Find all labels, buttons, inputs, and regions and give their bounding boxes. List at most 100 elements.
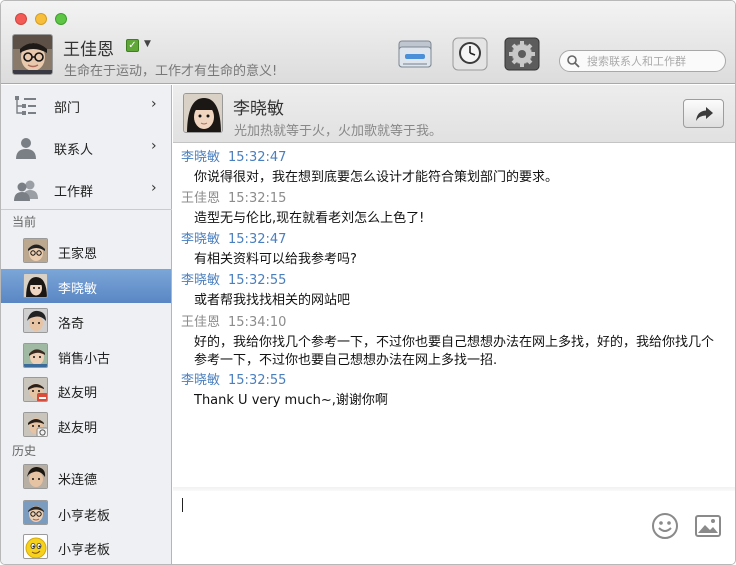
image-icon bbox=[695, 515, 721, 537]
send-image-button[interactable] bbox=[695, 515, 721, 541]
section-label-current: 当前 bbox=[12, 215, 37, 229]
close-window-button[interactable] bbox=[15, 13, 27, 25]
sidebar-item-work-groups[interactable]: 工作群 › bbox=[1, 169, 172, 211]
sidebar-item-departments[interactable]: 部门 › bbox=[1, 85, 172, 127]
message-text: 好的，我给你找几个参考一下，不过你也要自己想想办法在网上多找，好的，我给你找几个… bbox=[194, 335, 715, 368]
message-text: 你说得很对，我在想到底要怎么设计才能符合策划部门的要求。 bbox=[194, 170, 559, 185]
message-meta: 王佳恩 15:32:15 bbox=[181, 191, 721, 207]
contact-item[interactable]: 小亨老板 bbox=[1, 530, 171, 564]
chevron-right-icon: › bbox=[151, 180, 157, 196]
my-name: 王佳恩 bbox=[63, 40, 114, 60]
avatar bbox=[23, 534, 48, 559]
files-button[interactable] bbox=[397, 37, 435, 73]
contact-item[interactable]: 赵友明 bbox=[1, 373, 171, 407]
message-sender: 李晓敏 bbox=[181, 273, 221, 288]
contact-item[interactable]: 小亨老板 bbox=[1, 496, 171, 530]
message: 王佳恩 15:34:10 好的，我给你找几个参考一下，不过你也要自己想想办法在网上… bbox=[181, 315, 721, 370]
message-sender: 李晓敏 bbox=[181, 232, 221, 247]
message-meta: 李晓敏 15:32:47 bbox=[181, 232, 721, 248]
message: 李晓敏 15:32:47 你说得很对，我在想到底要怎么设计才能符合策划部门的要求。 bbox=[181, 150, 721, 187]
message-time: 15:32:47 bbox=[228, 232, 287, 247]
group-icon bbox=[14, 180, 38, 201]
share-button[interactable] bbox=[683, 99, 724, 128]
message-sender: 王佳恩 bbox=[181, 191, 221, 206]
peer-motto: 光加热就等于火，火加歌就等于我。 bbox=[234, 124, 443, 139]
sidebar-item-label: 联系人 bbox=[54, 143, 94, 158]
sidebar-item-label: 部门 bbox=[54, 101, 81, 116]
chat-window: 王佳恩 ✓ ▼ 生命在于运动，工作才有生命的意义! 搜索联系人和工作群 部门 ›… bbox=[0, 0, 736, 565]
title-bar: 王佳恩 ✓ ▼ 生命在于运动，工作才有生命的意义! bbox=[1, 1, 735, 84]
avatar bbox=[23, 464, 48, 489]
org-tree-icon bbox=[15, 96, 36, 115]
contact-name: 李晓敏 bbox=[58, 282, 98, 297]
message-list: 李晓敏 15:32:47 你说得很对，我在想到底要怎么设计才能符合策划部门的要求。… bbox=[173, 144, 735, 489]
text-caret bbox=[182, 498, 183, 512]
message-text: 或者帮我找找相关的网站吧 bbox=[194, 293, 351, 308]
contact-name: 销售小古 bbox=[58, 352, 111, 367]
message-meta: 王佳恩 15:34:10 bbox=[181, 315, 721, 331]
settings-button[interactable] bbox=[504, 37, 542, 73]
message: 王佳恩 15:32:15 造型无与伦比,现在就看老刘怎么上色了! bbox=[181, 191, 721, 228]
contact-item[interactable]: 销售小古 bbox=[1, 339, 171, 373]
check-icon[interactable]: ✓ bbox=[126, 39, 139, 52]
sidebar: 部门 › 联系人 › 工作群 › 当前 王家恩 李晓敏 洛奇 销售小古 赵友明 … bbox=[1, 85, 172, 564]
peer-avatar[interactable] bbox=[183, 93, 223, 133]
person-icon bbox=[16, 138, 36, 159]
contact-name: 洛奇 bbox=[58, 317, 85, 332]
message-sender: 王佳恩 bbox=[181, 315, 221, 330]
message-time: 15:32:47 bbox=[228, 150, 287, 165]
message-time: 15:34:10 bbox=[228, 315, 287, 330]
emoji-button[interactable] bbox=[651, 512, 679, 544]
message-sender: 李晓敏 bbox=[181, 150, 221, 165]
avatar bbox=[23, 500, 48, 525]
chat-header: 李晓敏 光加热就等于火，火加歌就等于我。 bbox=[173, 85, 735, 143]
search-input[interactable] bbox=[587, 53, 722, 69]
chevron-down-icon[interactable]: ▼ bbox=[144, 39, 151, 49]
avatar bbox=[23, 412, 48, 437]
message-time: 15:32:55 bbox=[228, 273, 287, 288]
smiley-icon bbox=[652, 513, 678, 539]
contact-item[interactable]: 王家恩 bbox=[1, 234, 171, 268]
history-button[interactable] bbox=[452, 37, 490, 73]
chevron-right-icon: › bbox=[151, 138, 157, 154]
section-label-history: 历史 bbox=[12, 444, 37, 458]
peer-name: 李晓敏 bbox=[233, 99, 284, 119]
message-sender: 李晓敏 bbox=[181, 373, 221, 388]
share-arrow-icon bbox=[696, 107, 713, 121]
message-time: 15:32:55 bbox=[228, 373, 287, 388]
contact-name: 小亨老板 bbox=[58, 509, 111, 524]
message-text: Thank U very much~,谢谢你啊 bbox=[194, 393, 388, 408]
message: 李晓敏 15:32:55 或者帮我找找相关的网站吧 bbox=[181, 273, 721, 310]
files-icon bbox=[398, 40, 432, 68]
zoom-window-button[interactable] bbox=[55, 13, 67, 25]
search-icon bbox=[567, 55, 580, 68]
contact-item[interactable]: 赵友明 bbox=[1, 408, 171, 442]
sidebar-item-contacts[interactable]: 联系人 › bbox=[1, 127, 172, 169]
message-time: 15:32:15 bbox=[228, 191, 287, 206]
message-meta: 李晓敏 15:32:47 bbox=[181, 150, 721, 166]
my-motto[interactable]: 生命在于运动，工作才有生命的意义! bbox=[64, 60, 277, 79]
avatar bbox=[23, 273, 48, 298]
message-meta: 李晓敏 15:32:55 bbox=[181, 273, 721, 289]
search-box[interactable] bbox=[559, 50, 726, 72]
gear-icon bbox=[504, 37, 540, 71]
message: 李晓敏 15:32:47 有相关资料可以给我参考吗? bbox=[181, 232, 721, 269]
contact-name: 赵友明 bbox=[58, 421, 98, 436]
contact-item-selected[interactable]: 李晓敏 bbox=[1, 269, 171, 303]
avatar bbox=[23, 377, 48, 402]
divider bbox=[1, 209, 172, 210]
message-meta: 李晓敏 15:32:55 bbox=[181, 373, 721, 389]
contact-name: 赵友明 bbox=[58, 386, 98, 401]
message-input[interactable] bbox=[173, 491, 735, 564]
minimize-window-button[interactable] bbox=[35, 13, 47, 25]
message-text: 有相关资料可以给我参考吗? bbox=[194, 252, 357, 267]
message-text: 造型无与伦比,现在就看老刘怎么上色了! bbox=[194, 211, 425, 226]
clock-icon bbox=[452, 37, 488, 71]
avatar bbox=[23, 308, 48, 333]
my-avatar[interactable] bbox=[12, 34, 53, 75]
sidebar-item-label: 工作群 bbox=[54, 185, 94, 200]
contact-item[interactable]: 洛奇 bbox=[1, 304, 171, 338]
contact-name: 小亨老板 bbox=[58, 543, 111, 558]
contact-item[interactable]: 米连德 bbox=[1, 460, 171, 494]
message: 李晓敏 15:32:55 Thank U very much~,谢谢你啊 bbox=[181, 373, 721, 410]
